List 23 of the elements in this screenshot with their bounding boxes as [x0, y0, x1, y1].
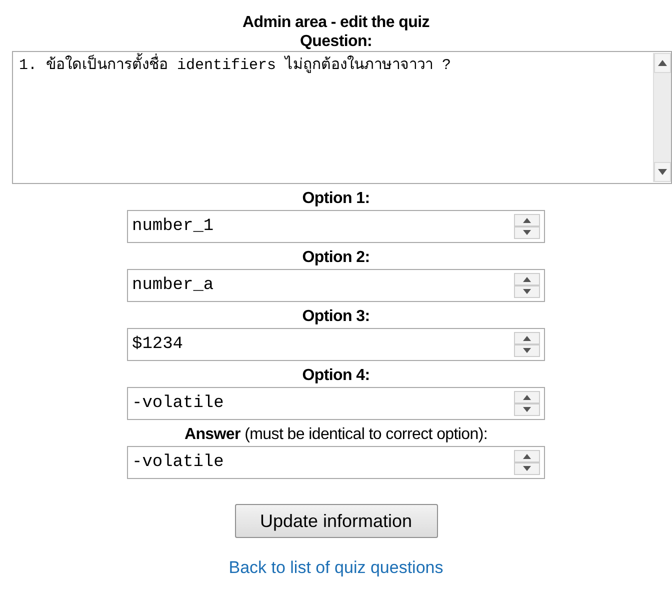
option-label: Option 4: — [302, 366, 370, 385]
question-field[interactable]: 1. ข้อใดเป็นการตั้งชื่อ identifiers ไม่ถูกต้องในภาษาจาวา ? — [12, 51, 672, 184]
answer-label: Answer (must be identical to correct option): — [184, 425, 488, 444]
scrollbar[interactable] — [653, 53, 671, 182]
scroll-arrows-icon[interactable] — [514, 214, 540, 239]
option-field[interactable]: $1234 — [127, 328, 545, 361]
scroll-arrows-icon[interactable] — [514, 450, 540, 475]
back-link[interactable]: Back to list of quiz questions — [228, 558, 444, 578]
option-label: Option 1: — [302, 189, 370, 208]
scroll-up-icon[interactable] — [654, 53, 671, 73]
scroll-arrows-icon[interactable] — [514, 391, 540, 416]
update-button[interactable]: Update information — [234, 504, 438, 538]
scroll-down-icon[interactable] — [654, 162, 671, 182]
option-label: Option 3: — [302, 307, 370, 326]
answer-field[interactable]: -volatile — [127, 446, 545, 479]
scroll-arrows-icon[interactable] — [514, 273, 540, 298]
question-label: Question: — [300, 32, 372, 51]
option-field[interactable]: number_a — [127, 269, 545, 302]
page-title: Admin area - edit the quiz — [242, 13, 430, 32]
option-label: Option 2: — [302, 248, 370, 267]
option-field[interactable]: -volatile — [127, 387, 545, 420]
scroll-arrows-icon[interactable] — [514, 332, 540, 357]
option-field[interactable]: number_1 — [127, 210, 545, 243]
